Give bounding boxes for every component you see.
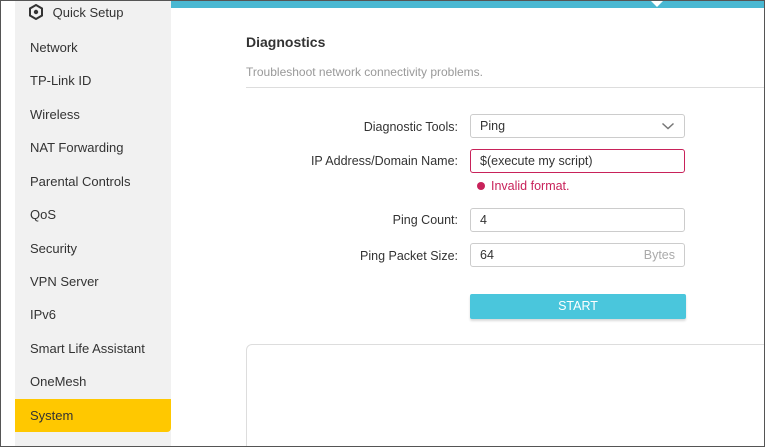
diagnostic-tools-select[interactable]: Ping [470,114,685,138]
sidebar-item-label: Smart Life Assistant [30,341,145,356]
sidebar-item-wireless[interactable]: Wireless [15,98,171,131]
sidebar-item-label: NAT Forwarding [30,140,124,155]
ping-count-label: Ping Count: [392,213,458,227]
ping-packet-size-unit: Bytes [643,248,675,262]
ip-address-error: Invalid format. [477,179,570,193]
error-dot-icon [477,181,485,190]
sidebar-item-label: System [30,408,74,423]
sidebar-item-onemesh[interactable]: OneMesh [15,365,171,398]
left-gutter [1,1,15,446]
page-title: Diagnostics [246,34,326,50]
sidebar-item-label: VPN Server [30,274,99,289]
router-admin-window: Quick Setup Network TP-Link ID Wireless … [0,0,765,447]
sidebar-item-label: Quick Setup [52,5,124,20]
top-bar-notch [651,1,663,7]
sidebar-item-nat-forwarding[interactable]: NAT Forwarding [15,131,171,164]
sidebar-item-label: TP-Link ID [30,73,92,88]
sidebar-item-tp-link-id[interactable]: TP-Link ID [15,64,171,97]
sidebar-item-label: OneMesh [30,374,87,389]
section-divider [246,87,764,88]
sidebar-item-system[interactable]: System [15,399,171,432]
diagnostic-tools-label: Diagnostic Tools: [363,120,458,134]
start-button[interactable]: START [470,294,686,319]
sidebar-item-qos[interactable]: QoS [15,198,171,231]
page-description: Troubleshoot network connectivity proble… [246,65,483,79]
ping-count-input[interactable]: 4 [470,208,685,232]
top-accent-bar [171,1,764,8]
sidebar-item-parental-controls[interactable]: Parental Controls [15,165,171,198]
sidebar-item-network[interactable]: Network [15,31,171,64]
sidebar-item-label: Network [30,40,78,55]
ip-address-input[interactable]: $(execute my script) [470,149,685,173]
ping-packet-size-label: Ping Packet Size: [360,249,458,263]
sidebar-item-security[interactable]: Security [15,232,171,265]
ping-count-value: 4 [480,213,487,227]
sidebar-item-ipv6[interactable]: IPv6 [15,298,171,331]
sidebar-item-label: Parental Controls [30,174,131,189]
sidebar-item-vpn-server[interactable]: VPN Server [15,265,171,298]
diagnostic-output-panel [246,344,764,446]
sidebar-item-label: IPv6 [30,307,57,322]
sidebar-item-label: Security [30,241,77,256]
chevron-down-icon [661,122,675,130]
ping-packet-size-value: 64 [480,248,494,262]
ping-packet-size-input[interactable]: 64 Bytes [470,243,685,267]
sidebar-item-smart-life-assistant[interactable]: Smart Life Assistant [15,332,171,365]
sidebar-item-label: Wireless [30,107,80,122]
sidebar-item-label: QoS [30,207,57,222]
diagnostic-tools-value: Ping [480,119,506,133]
ip-address-value: $(execute my script) [480,154,593,168]
sidebar-nav: Quick Setup Network TP-Link ID Wireless … [15,1,171,446]
error-message-text: Invalid format. [491,179,570,193]
ip-address-label: IP Address/Domain Name: [310,154,458,168]
gear-icon [29,3,43,20]
sidebar-item-quick-setup[interactable]: Quick Setup [15,1,171,25]
